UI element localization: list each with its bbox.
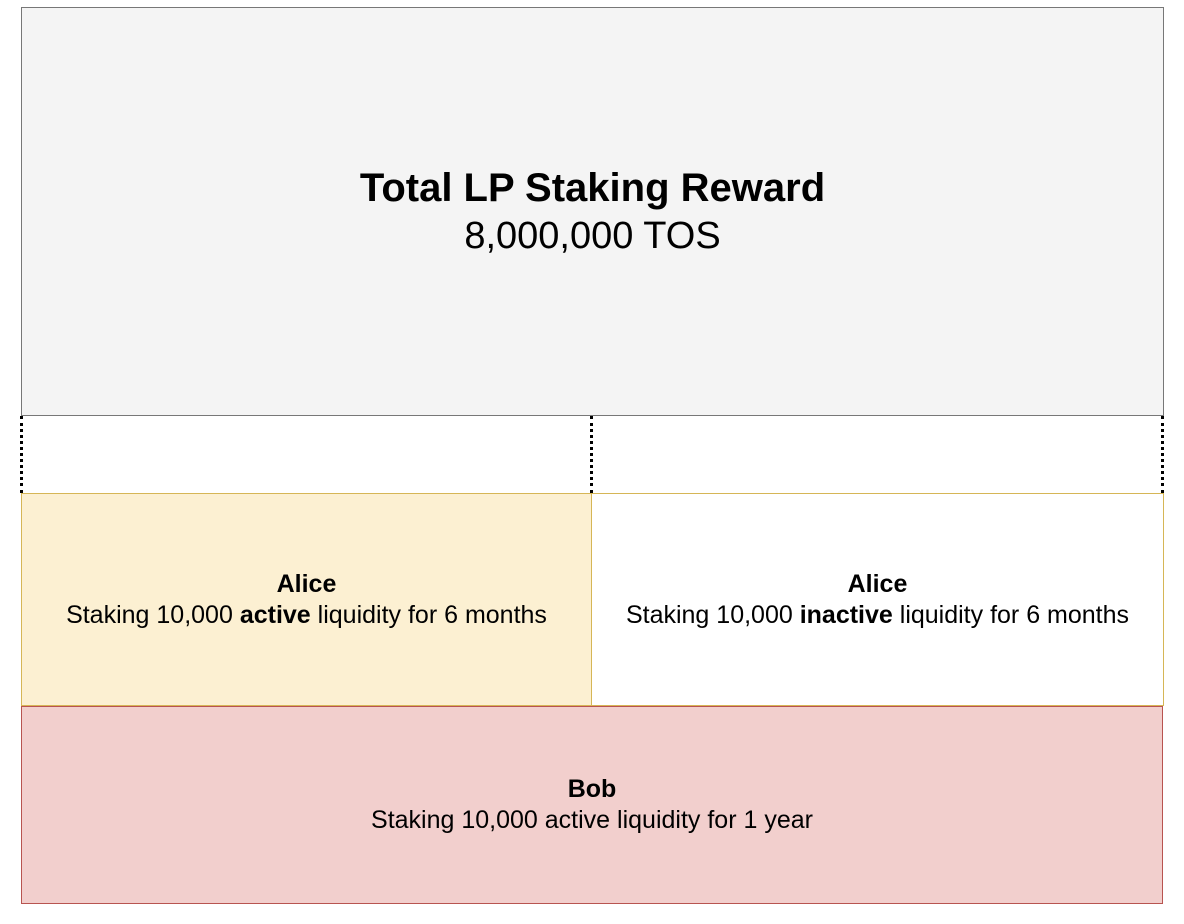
dotted-connector-right [1161, 416, 1164, 493]
alice-active-box: Alice Staking 10,000 active liquidity fo… [21, 493, 592, 706]
bob-name: Bob [567, 775, 617, 803]
alice-inactive-desc-suffix: liquidity for 6 months [892, 600, 1130, 629]
bob-description: Staking 10,000 active liquidity for 1 ye… [371, 806, 813, 834]
alice-inactive-description: Staking 10,000 inactive liquidity for 6 … [626, 600, 1129, 631]
alice-inactive-desc-prefix: Staking 10,000 [625, 600, 800, 629]
alice-active-desc-emphasis: active [239, 600, 311, 629]
dotted-connector-middle [590, 416, 593, 493]
total-reward-amount: 8,000,000 TOS [464, 214, 721, 257]
alice-inactive-box: Alice Staking 10,000 inactive liquidity … [591, 493, 1164, 706]
dotted-connector-left [20, 416, 23, 493]
total-reward-box: Total LP Staking Reward 8,000,000 TOS [21, 7, 1164, 416]
alice-active-desc-prefix: Staking 10,000 [66, 600, 240, 629]
bob-box: Bob Staking 10,000 active liquidity for … [21, 706, 1163, 904]
total-reward-title: Total LP Staking Reward [359, 165, 826, 210]
alice-active-name: Alice [276, 569, 337, 598]
alice-active-description: Staking 10,000 active liquidity for 6 mo… [66, 600, 547, 631]
alice-inactive-name: Alice [847, 569, 908, 598]
alice-active-desc-suffix: liquidity for 6 months [310, 600, 547, 629]
alice-inactive-desc-emphasis: inactive [799, 600, 893, 629]
